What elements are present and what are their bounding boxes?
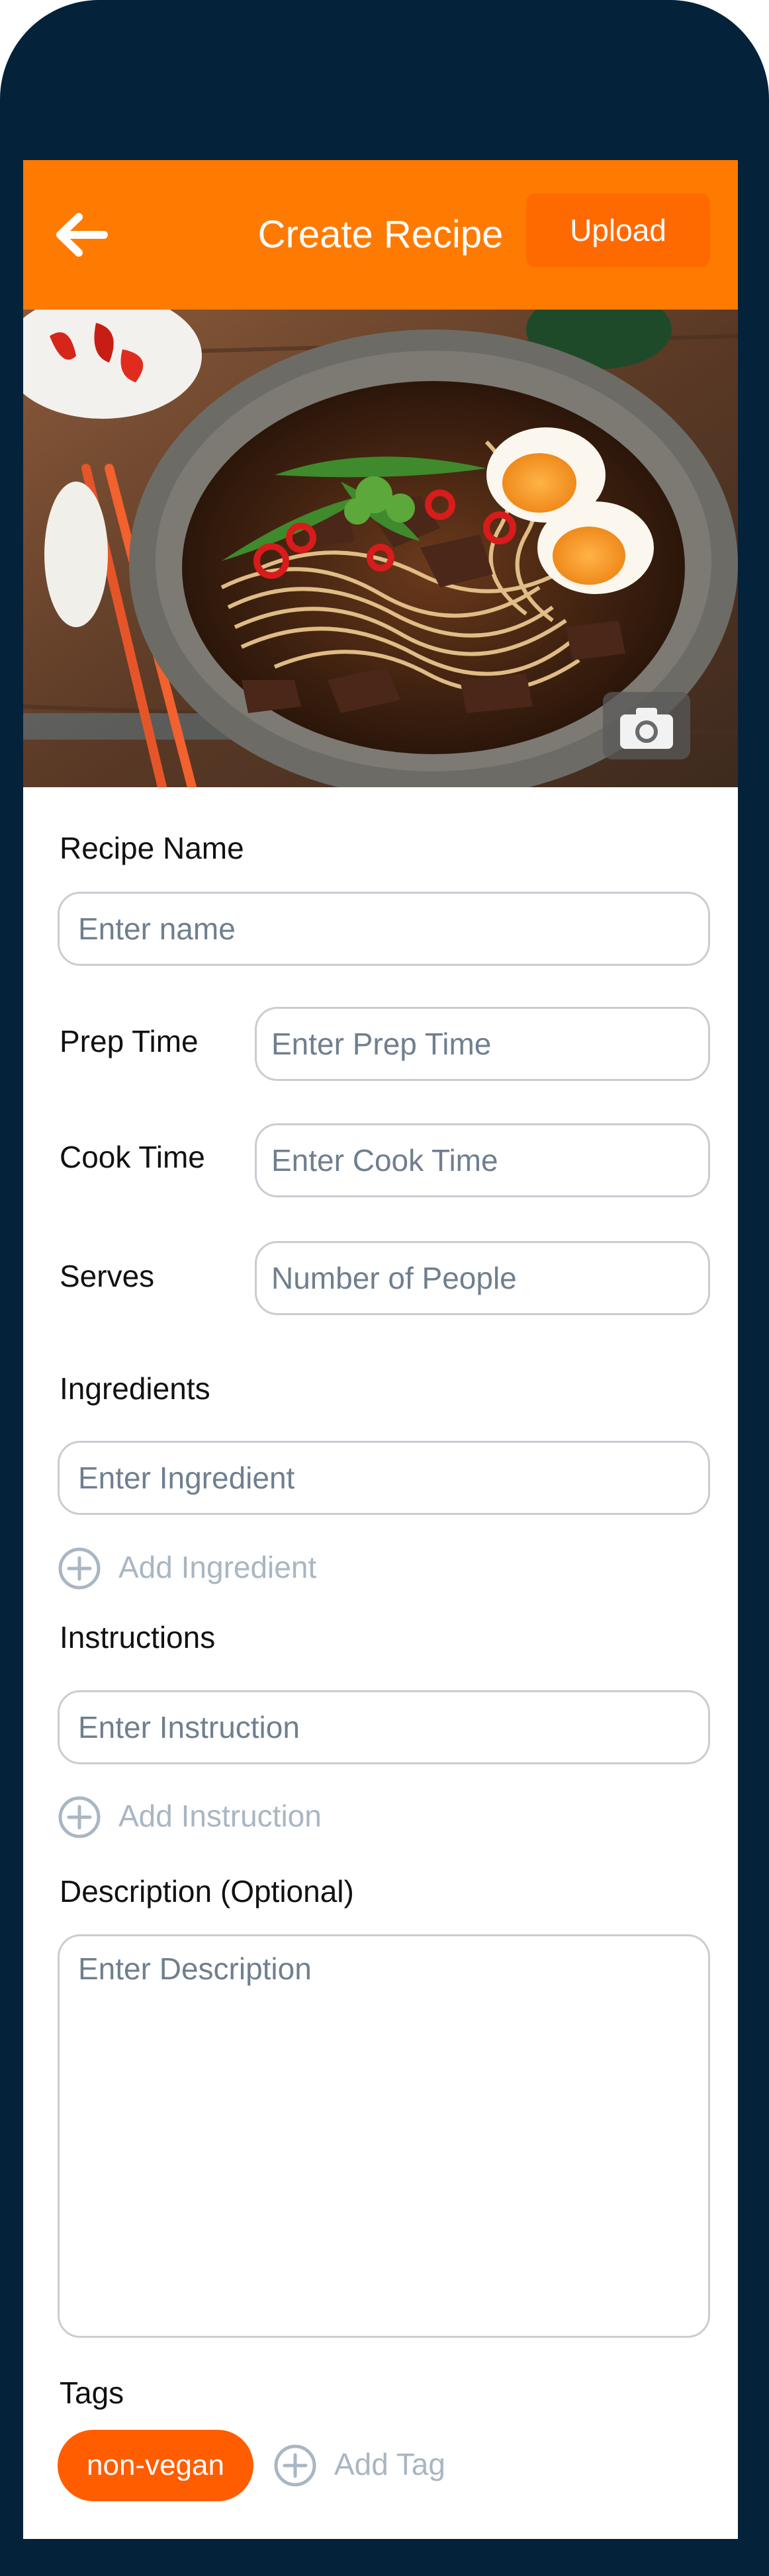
tag-chip[interactable]: non-vegan [58,2430,253,2501]
volume-down-button [738,310,769,389]
ingredients-label: Ingredients [60,1371,210,1406]
recipe-photo[interactable] [23,310,738,787]
cook-time-label: Cook Time [60,1140,205,1174]
plus-circle-icon [58,1796,101,1838]
arrow-left-icon [56,213,108,257]
camera-icon [620,708,673,749]
prep-time-input[interactable] [255,1007,710,1081]
add-instruction-label: Add Instruction [118,1799,322,1833]
app-screen: Create Recipe Upload Recipe Name Enter n… [23,160,738,2539]
add-instruction-button[interactable]: Add Instruction [58,1794,349,1840]
back-button[interactable] [55,212,108,258]
prep-time-label: Prep Time [60,1024,199,1058]
plus-circle-icon [274,2444,316,2487]
instructions-label: Instructions [60,1620,216,1654]
app-bar: Create Recipe Upload [23,160,738,310]
cook-time-input[interactable] [255,1123,710,1197]
description-input[interactable] [58,1934,710,2338]
recipe-name-input[interactable] [58,892,710,966]
phone-notch [570,0,656,12]
recipe-name-label: Recipe Name [60,831,244,865]
add-ingredient-button[interactable]: Add Ingredient [58,1545,336,1592]
tags-label: Tags [60,2376,124,2410]
change-photo-button[interactable] [603,692,690,759]
description-label: Description (Optional) [60,1874,354,1909]
serves-input[interactable] [255,1241,710,1315]
instruction-input[interactable] [58,1690,710,1764]
upload-button[interactable]: Upload [526,193,710,267]
add-ingredient-label: Add Ingredient [118,1550,317,1584]
add-tag-label: Add Tag [334,2447,445,2481]
add-tag-button[interactable]: Add Tag [273,2442,472,2489]
plus-circle-icon [58,1547,101,1590]
ingredient-input[interactable] [58,1441,710,1515]
volume-up-button [738,218,769,298]
serves-label: Serves [60,1259,155,1293]
